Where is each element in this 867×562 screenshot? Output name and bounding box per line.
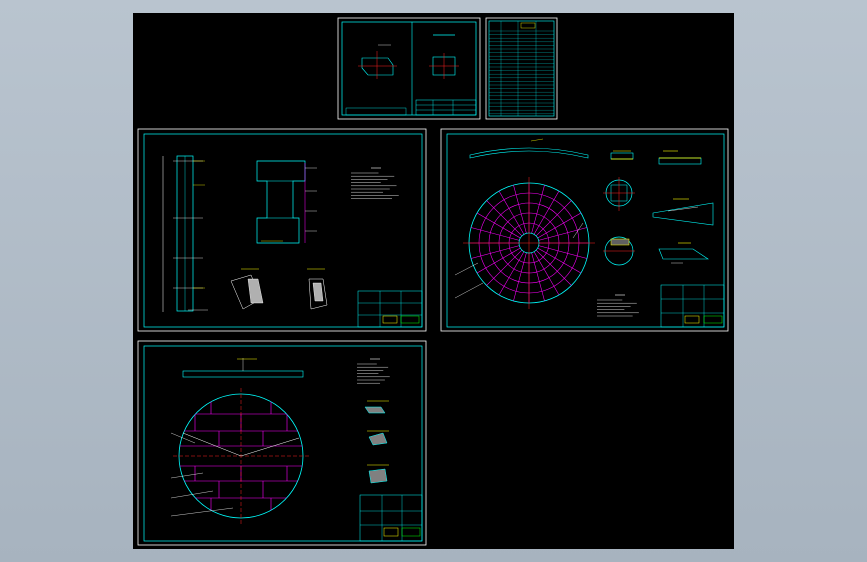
sheet-radial-plate[interactable] <box>440 128 729 332</box>
sheet-column-elevation[interactable] <box>137 128 427 332</box>
sheet-grid-plate[interactable] <box>137 340 427 546</box>
cad-drawing-canvas[interactable] <box>133 13 734 549</box>
sheet-small-layout[interactable] <box>337 17 481 120</box>
cad-drawing <box>137 17 729 546</box>
sheet-parts-list[interactable] <box>485 17 558 120</box>
